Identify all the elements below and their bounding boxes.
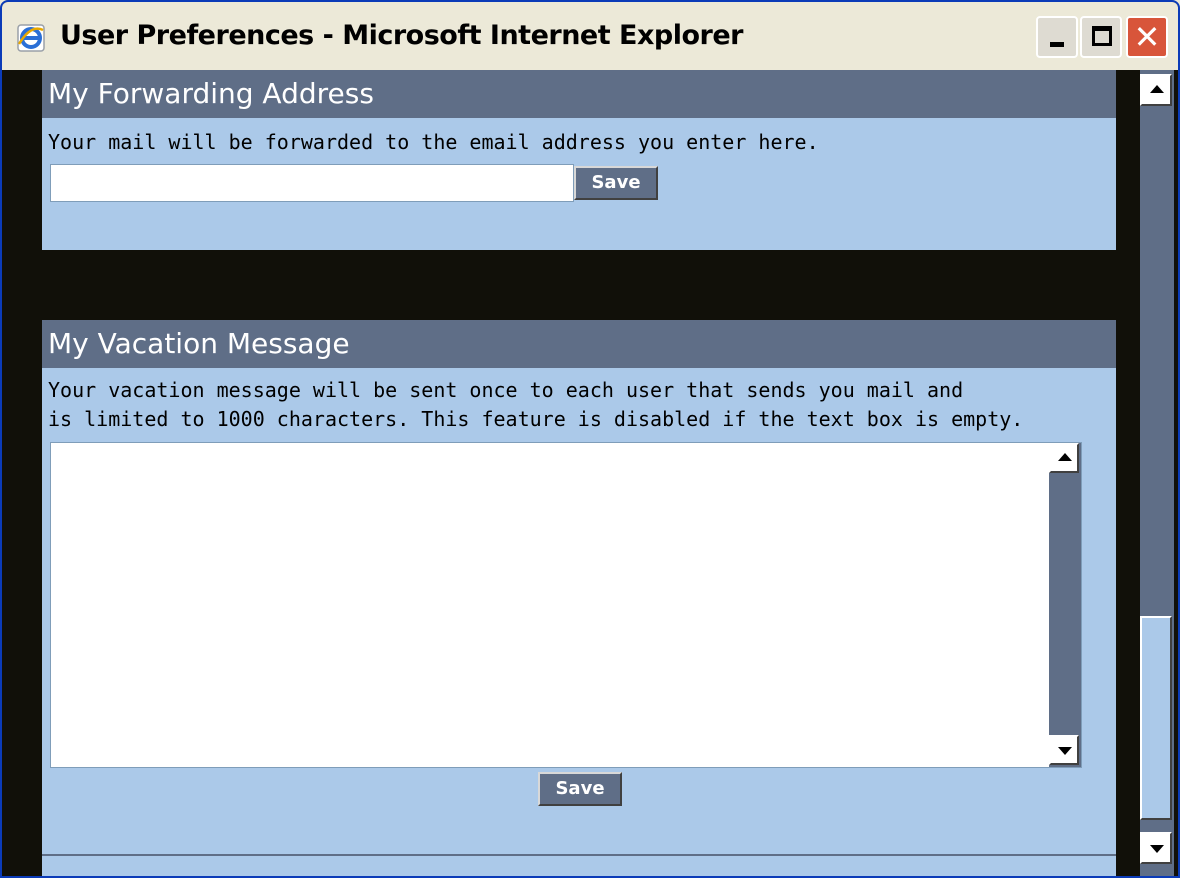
page-scroll-up-button[interactable] (1140, 74, 1172, 106)
vacation-heading: My Vacation Message (42, 320, 1116, 368)
title-bar[interactable]: User Preferences - Microsoft Internet Ex… (2, 2, 1178, 70)
browser-window: User Preferences - Microsoft Internet Ex… (0, 0, 1180, 878)
vacation-description-line-2: is limited to 1000 characters. This feat… (48, 407, 1024, 431)
forwarding-save-button[interactable]: Save (574, 166, 658, 200)
minimize-icon (1050, 42, 1064, 47)
maximize-button[interactable] (1080, 16, 1122, 58)
section-divider (42, 854, 1116, 856)
page-scroll-down-button[interactable] (1140, 832, 1172, 864)
textarea-scroll-down-button[interactable] (1049, 735, 1079, 765)
textarea-scroll-up-button[interactable] (1049, 443, 1079, 473)
window-title: User Preferences - Microsoft Internet Ex… (60, 20, 743, 51)
vacation-description: Your vacation message will be sent once … (42, 368, 1116, 434)
page-scrollbar[interactable] (1140, 70, 1174, 876)
vacation-message-textarea[interactable] (50, 442, 1082, 768)
arrow-up-icon (1150, 85, 1164, 93)
close-button[interactable]: ✕ (1126, 16, 1168, 58)
vacation-panel: My Vacation Message Your vacation messag… (42, 320, 1116, 876)
forwarding-heading: My Forwarding Address (42, 70, 1116, 118)
forwarding-email-input[interactable] (50, 164, 574, 202)
minimize-button[interactable] (1036, 16, 1078, 58)
arrow-down-icon (1150, 845, 1164, 853)
arrow-down-icon (1058, 747, 1072, 755)
forwarding-description: Your mail will be forwarded to the email… (48, 130, 819, 154)
forwarding-panel: My Forwarding Address Your mail will be … (42, 70, 1116, 250)
textarea-scrollbar[interactable] (1049, 443, 1081, 767)
page-content: My Forwarding Address Your mail will be … (2, 70, 1178, 876)
arrow-up-icon (1058, 453, 1072, 461)
vacation-save-button[interactable]: Save (538, 772, 622, 806)
ie-icon (17, 24, 45, 52)
close-icon: ✕ (1133, 18, 1161, 56)
vacation-description-line-1: Your vacation message will be sent once … (48, 378, 964, 402)
page-scroll-thumb[interactable] (1140, 616, 1172, 820)
maximize-icon (1092, 26, 1112, 46)
